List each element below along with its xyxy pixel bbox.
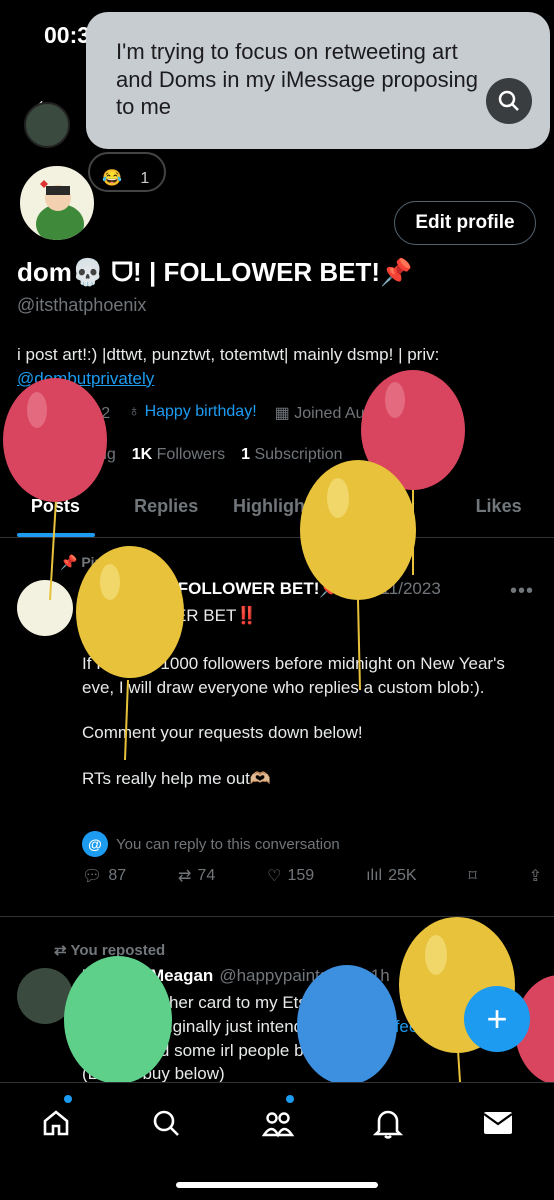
reply-restriction: @ You can reply to this conversation bbox=[82, 831, 340, 857]
repost-button[interactable]: ⇄ 74 bbox=[178, 866, 215, 886]
post-body: Added another card to my Etsy :) This wa… bbox=[82, 991, 482, 1086]
post-header: Kristine Meagan @happypaintsplat · 1h bbox=[82, 966, 390, 986]
reaction-count: 1 bbox=[140, 170, 150, 187]
tab-media[interactable]: Media bbox=[332, 490, 443, 537]
profile-handle: @itsthatphoenix bbox=[17, 295, 147, 315]
reaction-emoji: 😂 bbox=[102, 170, 122, 187]
location-icon: ◎ bbox=[17, 405, 36, 422]
post-line: If I can hit 1000 followers before midni… bbox=[82, 653, 505, 697]
profile-stats: 677 Following 1K Followers 1 Subscriptio… bbox=[17, 446, 343, 464]
post-author[interactable]: dom💀 ᗜ! | FOLLOWER BET!📌 bbox=[82, 579, 341, 599]
post-line: but I've had some irl people buy them 😂 bbox=[82, 1040, 390, 1060]
tab-likes[interactable]: Likes bbox=[443, 490, 554, 537]
post-avatar[interactable] bbox=[17, 580, 73, 636]
home-indicator bbox=[176, 1182, 378, 1188]
subscriptions-stat[interactable]: 1 Subscription bbox=[241, 446, 342, 464]
balloon-red bbox=[361, 370, 465, 575]
post-header: dom💀 ᗜ! | FOLLOWER BET!📌 · 10/11/2023 bbox=[82, 579, 522, 599]
search-icon[interactable] bbox=[486, 78, 532, 124]
notification-dot bbox=[286, 1095, 294, 1103]
tab-highlights[interactable]: Highlights bbox=[222, 490, 333, 537]
joined-date: ▦ Joined August 2015 bbox=[274, 405, 435, 422]
message-notification[interactable]: I'm trying to focus on retweeting art an… bbox=[86, 12, 550, 149]
views-icon: ılıl bbox=[366, 867, 383, 884]
profile-bio: i post art!:) |dttwt, punztwt, totemtwt|… bbox=[17, 343, 537, 391]
repost-icon: ⇄ bbox=[178, 868, 192, 885]
following-stat[interactable]: 677 Following bbox=[17, 446, 116, 464]
pinned-label: 📌 Pinned bbox=[60, 554, 128, 570]
tab-replies[interactable]: Replies bbox=[111, 490, 222, 537]
post-actions: 💬︎ 87 ⇄ 74 ♡ 159 ılıl 25K ⌑ ⇪ bbox=[82, 866, 542, 886]
bookmark-icon[interactable]: ⌑ bbox=[468, 866, 476, 886]
bio-text: i post art!:) |dttwt, punztwt, totemtwt|… bbox=[17, 345, 440, 364]
post-handle: @happypaintsplat · 1h bbox=[219, 966, 390, 985]
post-line: This was originally just intended for @C… bbox=[82, 1016, 419, 1036]
tab-posts[interactable]: Posts bbox=[0, 490, 111, 537]
calendar-icon: ▦ bbox=[274, 405, 295, 422]
header-avatar[interactable] bbox=[24, 102, 70, 148]
heart-icon: ♡ bbox=[267, 868, 282, 885]
reaction-chip[interactable]: 😂 1 bbox=[88, 152, 166, 192]
profile-meta: ◎ he/him, 22 ♁ Happy birthday! ▦ Joined … bbox=[17, 403, 435, 423]
edit-profile-button[interactable]: Edit profile bbox=[394, 201, 536, 245]
like-button[interactable]: ♡ 159 bbox=[267, 866, 314, 886]
followers-stat[interactable]: 1K Followers bbox=[132, 446, 225, 464]
notification-text: I'm trying to focus on retweeting art an… bbox=[116, 39, 478, 119]
reply-button[interactable]: 💬︎ 87 bbox=[82, 866, 126, 886]
divider bbox=[0, 916, 554, 917]
views-button[interactable]: ılıl 25K bbox=[366, 866, 416, 886]
communities-icon[interactable] bbox=[258, 1103, 298, 1143]
bell-icon[interactable] bbox=[368, 1103, 408, 1143]
birthday[interactable]: ♁ Happy birthday! bbox=[128, 403, 257, 423]
repost-icon: ⇄ bbox=[54, 942, 71, 959]
active-tab-indicator bbox=[17, 533, 95, 537]
post-body: ‼️FOLLOWER BET‼️ If I can hit 1000 follo… bbox=[82, 604, 532, 813]
more-options-icon[interactable]: ••• bbox=[510, 580, 534, 603]
messages-icon[interactable] bbox=[478, 1103, 518, 1143]
compose-button[interactable]: + bbox=[464, 986, 530, 1052]
reply-note-text: You can reply to this conversation bbox=[116, 835, 340, 853]
post-author[interactable]: Kristine Meagan bbox=[82, 966, 213, 986]
share-icon[interactable]: ⇪ bbox=[529, 866, 542, 886]
home-icon[interactable] bbox=[36, 1103, 76, 1143]
notification-dot bbox=[64, 1095, 72, 1103]
profile-avatar[interactable] bbox=[17, 163, 97, 243]
post-line: RTs really help me out🫶🏼 bbox=[82, 769, 272, 789]
post-line: Added another card to my Etsy :) bbox=[82, 993, 331, 1012]
reply-icon: 💬︎ bbox=[82, 868, 103, 885]
pin-icon: 📌 bbox=[60, 554, 82, 570]
display-name: dom💀 ᗜ! | FOLLOWER BET!📌 bbox=[17, 257, 413, 287]
bio-link[interactable]: @dombutprivately bbox=[17, 369, 154, 388]
mention-icon: @ bbox=[82, 831, 108, 857]
balloon-icon: ♁ bbox=[128, 403, 145, 420]
explore-search-icon[interactable] bbox=[146, 1103, 186, 1143]
post-line: Comment your requests down below! bbox=[82, 723, 363, 743]
pronouns: ◎ he/him, 22 bbox=[17, 405, 111, 422]
post-date: · 10/11/2023 bbox=[346, 579, 441, 598]
mention-link[interactable]: @Coffee bbox=[351, 1017, 418, 1036]
post-avatar[interactable] bbox=[17, 968, 73, 1024]
repost-label: ⇄ You reposted bbox=[54, 942, 166, 959]
profile-tabs: Posts Replies Highlights Media Likes bbox=[0, 490, 554, 538]
post-line: ‼️FOLLOWER BET‼️ bbox=[82, 606, 258, 625]
